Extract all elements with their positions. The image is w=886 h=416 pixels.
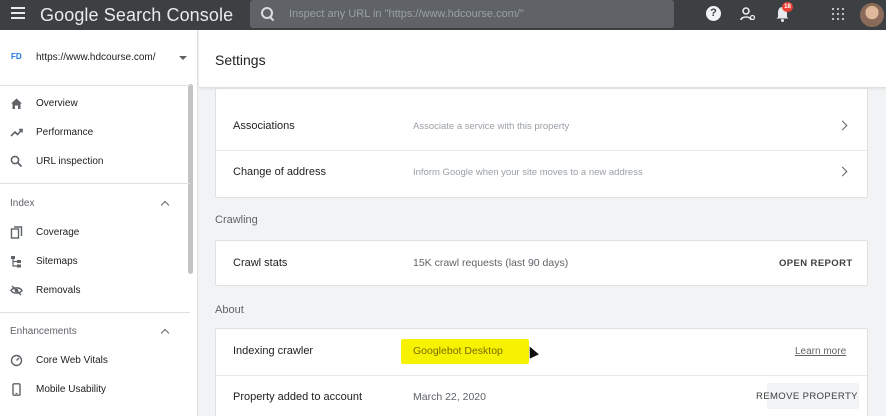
chevron-right-icon — [837, 166, 848, 177]
section-label: Index — [10, 198, 35, 209]
section-title-crawling: Crawling — [215, 214, 258, 226]
chevron-right-icon — [837, 120, 848, 131]
sidebar-item-core-web-vitals[interactable]: Core Web Vitals — [0, 349, 188, 373]
home-icon — [11, 98, 22, 109]
crawling-card: Crawl stats 15K crawl requests (last 90 … — [215, 240, 868, 286]
row-label: Associations — [233, 120, 295, 132]
indexing-crawler-value: Googlebot Desktop — [413, 345, 503, 357]
search-icon — [10, 155, 23, 168]
user-settings-icon[interactable] — [740, 6, 756, 22]
sidebar-item-label: URL inspection — [36, 156, 104, 167]
avatar[interactable] — [860, 3, 884, 27]
sidebar-item-url-inspection[interactable]: URL inspection — [0, 150, 188, 174]
divider — [0, 183, 190, 184]
chevron-up-icon — [160, 328, 170, 338]
sidebar-item-label: Overview — [36, 98, 78, 109]
property-added-date: March 22, 2020 — [413, 391, 486, 403]
property-selector[interactable]: FD https://www.hdcourse.com/ — [0, 44, 196, 70]
page-title: Settings — [215, 52, 266, 68]
url-inspection-search[interactable] — [250, 0, 674, 28]
row-label: Indexing crawler — [233, 345, 314, 357]
sidebar-section-enhancements[interactable]: Enhancements — [0, 322, 188, 342]
coverage-icon — [10, 226, 23, 239]
section-title-about: About — [215, 304, 244, 316]
sidebar-item-label: Sitemaps — [36, 256, 78, 267]
sidebar-scrollbar[interactable] — [188, 84, 193, 274]
property-icon: FD — [11, 52, 22, 61]
learn-more-link[interactable]: Learn more — [795, 346, 846, 357]
settings-row-crawl-stats[interactable]: Crawl stats 15K crawl requests (last 90 … — [216, 241, 867, 287]
chevron-down-icon — [179, 56, 187, 60]
about-card: Indexing crawler Googlebot Desktop Learn… — [215, 328, 868, 416]
app-title[interactable]: Google Search Console — [40, 5, 233, 26]
section-label: Enhancements — [10, 326, 77, 337]
apps-grid-icon[interactable] — [832, 8, 844, 20]
trending-up-icon — [10, 128, 23, 137]
sidebar-item-removals[interactable]: Removals — [0, 279, 188, 303]
sidebar-item-label: Performance — [36, 127, 94, 138]
row-description: Inform Google when your site moves to a … — [413, 167, 643, 178]
property-url: https://www.hdcourse.com/ — [36, 52, 156, 63]
open-report-button[interactable]: OPEN REPORT — [779, 258, 853, 269]
sidebar: FD https://www.hdcourse.com/ Overview Pe… — [0, 30, 198, 416]
divider — [0, 85, 190, 86]
page-header: Settings — [199, 30, 886, 88]
row-description: Associate a service with this property — [413, 121, 570, 132]
crawl-stats-value: 15K crawl requests (last 90 days) — [413, 257, 569, 269]
settings-row-indexing-crawler: Indexing crawler Googlebot Desktop Learn… — [216, 329, 867, 375]
notification-badge: 18 — [782, 2, 793, 12]
row-label: Change of address — [233, 166, 326, 178]
sidebar-item-label: Removals — [36, 285, 81, 296]
gauge-icon — [10, 354, 23, 367]
sidebar-section-index[interactable]: Index — [0, 194, 188, 214]
settings-row-property-added: Property added to account March 22, 2020… — [216, 375, 867, 416]
menu-icon[interactable] — [11, 7, 25, 21]
sidebar-item-label: Mobile Usability — [36, 384, 107, 395]
sidebar-item-coverage[interactable]: Coverage — [0, 221, 188, 245]
sidebar-item-label: Core Web Vitals — [36, 355, 108, 366]
settings-row-change-of-address[interactable]: Change of address Inform Google when you… — [216, 150, 867, 196]
search-icon — [261, 7, 275, 21]
phone-icon — [12, 383, 21, 396]
sitemap-icon — [11, 256, 21, 268]
help-icon[interactable]: ? — [706, 6, 721, 21]
sidebar-item-mobile-usability[interactable]: Mobile Usability — [0, 378, 188, 402]
chevron-up-icon — [160, 200, 170, 210]
sidebar-item-sitemaps[interactable]: Sitemaps — [0, 250, 188, 274]
main-content: Settings Associations Associate a servic… — [199, 30, 886, 416]
settings-row-associations[interactable]: Associations Associate a service with th… — [216, 104, 867, 150]
row-label: Property added to account — [233, 391, 363, 403]
remove-property-label[interactable]: REMOVE PROPERTY — [756, 391, 858, 402]
sidebar-item-overview[interactable]: Overview — [0, 92, 188, 116]
sidebar-item-performance[interactable]: Performance — [0, 121, 188, 145]
divider — [0, 312, 190, 313]
row-label: Crawl stats — [233, 257, 288, 269]
top-app-bar: Google Search Console ? 18 — [0, 0, 886, 30]
sidebar-item-label: Coverage — [36, 227, 80, 238]
search-input[interactable] — [289, 8, 674, 20]
general-settings-card: Associations Associate a service with th… — [215, 88, 868, 198]
eye-off-icon — [10, 285, 23, 296]
